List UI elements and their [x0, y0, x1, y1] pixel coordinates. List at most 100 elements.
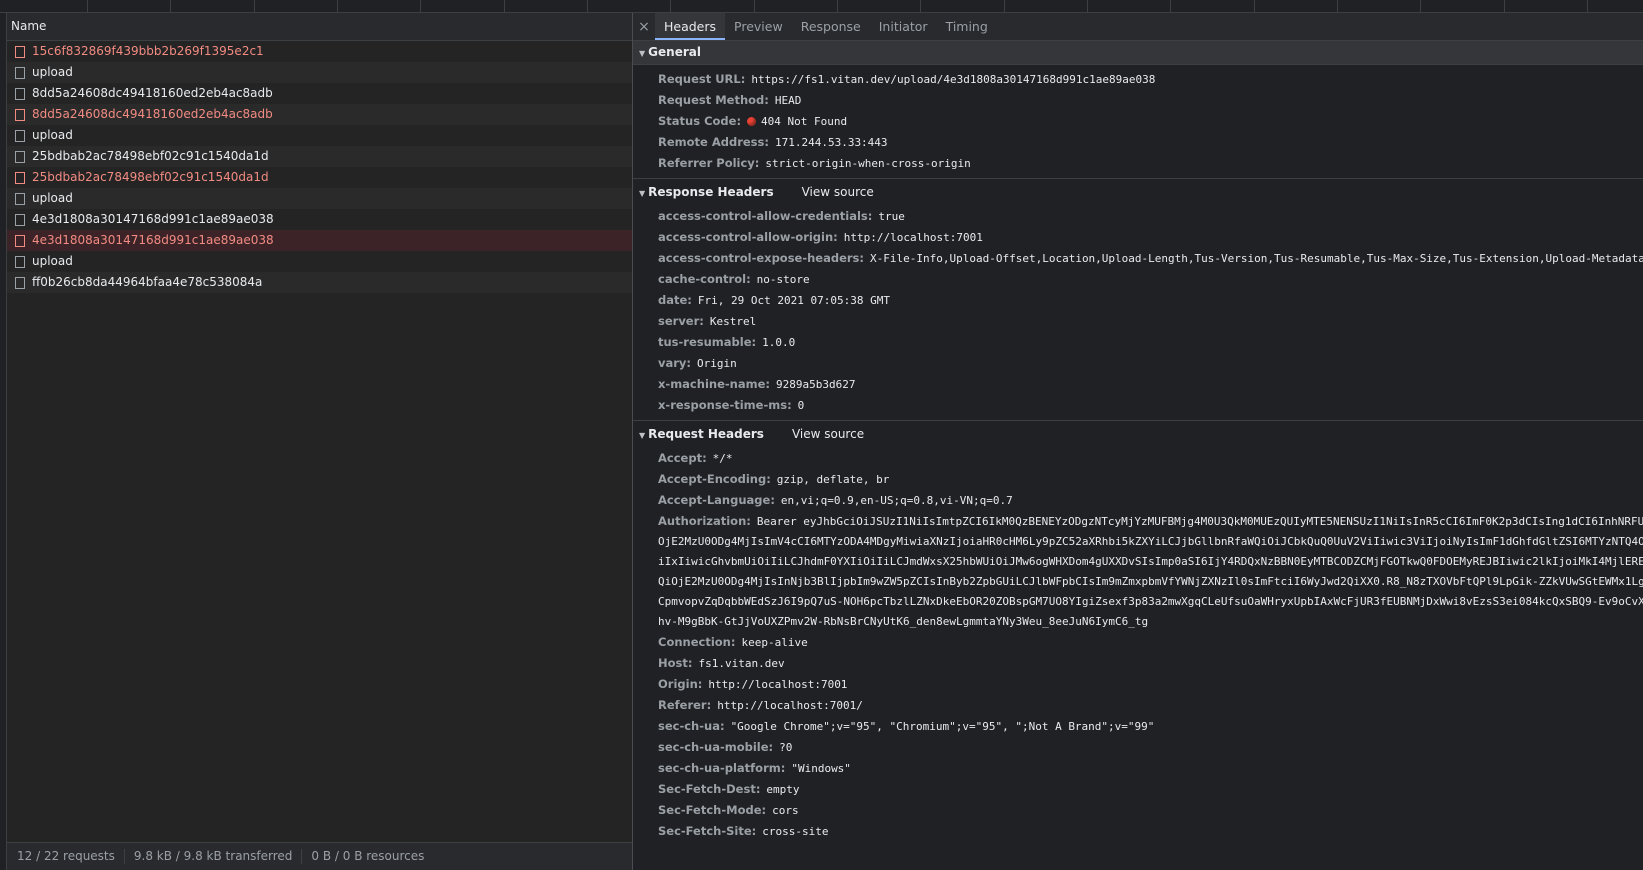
header-value: keep-alive — [741, 636, 808, 649]
request-name: upload — [32, 191, 73, 205]
status-error-dot-icon — [747, 117, 757, 126]
header-row: date: Fri, 29 Oct 2021 07:05:38 GMT — [633, 290, 1643, 311]
timeline-tick — [837, 0, 838, 12]
header-key: vary: — [658, 356, 692, 370]
request-row[interactable]: upload — [7, 251, 632, 272]
request-row[interactable]: 25bdbab2ac78498ebf02c91c1540da1d — [7, 167, 632, 188]
close-icon[interactable]: × — [633, 19, 655, 35]
request-headers-section-header[interactable]: ▼ Request Headers View source — [633, 420, 1643, 448]
request-name: upload — [32, 128, 73, 142]
header-value: 404 Not Found — [761, 115, 848, 128]
header-row: Accept-Language: en,vi;q=0.9,en-US;q=0.8,… — [633, 490, 1643, 511]
header-row: Host: fs1.vitan.dev — [633, 653, 1643, 674]
header-row: Accept-Encoding: gzip, deflate, br — [633, 469, 1643, 490]
request-row[interactable]: upload — [7, 188, 632, 209]
timeline-tick — [1337, 0, 1338, 12]
header-value: 0 — [797, 399, 805, 412]
header-row: sec-ch-ua-platform: "Windows" — [633, 758, 1643, 779]
timeline-tick — [1504, 0, 1505, 12]
header-key: Remote Address: — [658, 135, 769, 149]
document-icon — [15, 66, 25, 79]
authorization-line: iIxIiwicGhvbmUiOiIiLCJhdmF0YXIiOiIiLCJmd… — [633, 552, 1643, 572]
tab-response[interactable]: Response — [792, 13, 870, 40]
header-row: access-control-expose-headers: X-File-Inf… — [633, 248, 1643, 269]
header-row: Sec-Fetch-Mode: cors — [633, 800, 1643, 821]
column-header-name[interactable]: Name — [7, 13, 632, 41]
header-value: no-store — [756, 273, 810, 286]
header-key: Authorization: — [658, 514, 751, 528]
document-icon — [15, 108, 25, 121]
header-value: "Windows" — [791, 762, 851, 775]
tab-preview[interactable]: Preview — [725, 13, 792, 40]
header-key: Referer: — [658, 698, 712, 712]
tab-initiator[interactable]: Initiator — [870, 13, 937, 40]
request-row[interactable]: 4e3d1808a30147168d991c1ae89ae038 — [7, 230, 632, 251]
header-row: vary: Origin — [633, 353, 1643, 374]
timeline-tick — [254, 0, 255, 12]
header-row: x-response-time-ms: 0 — [633, 395, 1643, 416]
request-headers-list-continued: Connection: keep-alive Host: fs1.vitan.dev O… — [633, 632, 1643, 842]
header-value: empty — [766, 783, 800, 796]
header-row: Sec-Fetch-Site: cross-site — [633, 821, 1643, 842]
header-value: 1.0.0 — [762, 336, 796, 349]
timeline-tick — [170, 0, 171, 12]
general-request-method: Request Method: HEAD — [633, 90, 1643, 111]
header-value: */* — [712, 452, 733, 465]
general-request-url: Request URL: https://fs1.vitan.dev/upload… — [633, 69, 1643, 90]
timeline-tick — [587, 0, 588, 12]
general-remote-address: Remote Address: 171.244.53.33:443 — [633, 132, 1643, 153]
timeline-tick — [1420, 0, 1421, 12]
request-row[interactable]: 25bdbab2ac78498ebf02c91c1540da1d — [7, 146, 632, 167]
request-row[interactable]: 4e3d1808a30147168d991c1ae89ae038 — [7, 209, 632, 230]
authorization-line: hv-M9gBbK-GtJjVoUXZPmv2W-RbNsBrCNyUtK6_d… — [633, 612, 1643, 632]
general-section-title: General — [648, 45, 701, 59]
request-row[interactable]: 8dd5a24608dc49418160ed2eb4ac8adb — [7, 104, 632, 125]
header-key: Request URL: — [658, 72, 746, 86]
header-row: Connection: keep-alive — [633, 632, 1643, 653]
general-section-header[interactable]: ▼ General — [633, 41, 1643, 65]
general-status-code: Status Code: 404 Not Found — [633, 111, 1643, 132]
request-row[interactable]: upload — [7, 62, 632, 83]
header-value: cors — [772, 804, 799, 817]
request-name: 25bdbab2ac78498ebf02c91c1540da1d — [32, 170, 269, 184]
request-row[interactable]: 8dd5a24608dc49418160ed2eb4ac8adb — [7, 83, 632, 104]
triangle-down-icon: ▼ — [639, 189, 646, 198]
tab-headers[interactable]: Headers — [655, 13, 726, 40]
request-name: upload — [32, 254, 73, 268]
document-icon — [15, 255, 25, 268]
request-name: 4e3d1808a30147168d991c1ae89ae038 — [32, 212, 274, 226]
response-view-source-link[interactable]: View source — [802, 185, 874, 199]
header-value: "Google Chrome";v="95", "Chromium";v="95… — [730, 720, 1155, 733]
header-key: Request Method: — [658, 93, 769, 107]
request-details-pane: × Headers Preview Response Initiator Tim… — [632, 13, 1643, 870]
authorization-header: Authorization: Bearer eyJhbGciOiJSUzI1NiI… — [633, 511, 1643, 632]
request-list-pane: Name 15c6f832869f439bbb2b269f1395e2c1 upl… — [6, 13, 632, 870]
authorization-line: OjE2MzU0ODg4MjIsImV4cCI6MTYzODA4MDgyMiwi… — [633, 532, 1643, 552]
header-value: https://fs1.vitan.dev/upload/4e3d1808a30… — [751, 73, 1156, 86]
triangle-down-icon: ▼ — [639, 431, 646, 440]
authorization-line: QiOjE2MzU0ODg4MjIsInNjb3BlIjpbIm9wZW5pZC… — [633, 572, 1643, 592]
timeline-tick — [754, 0, 755, 12]
timeline-overview-strip[interactable] — [0, 0, 1643, 13]
document-icon — [15, 213, 25, 226]
request-row[interactable]: 15c6f832869f439bbb2b269f1395e2c1 — [7, 41, 632, 62]
header-key: tus-resumable: — [658, 335, 757, 349]
request-view-source-link[interactable]: View source — [792, 427, 864, 441]
document-icon — [15, 45, 25, 58]
timeline-tick — [420, 0, 421, 12]
request-count: 12 / 22 requests — [7, 849, 125, 864]
timeline-tick — [1004, 0, 1005, 12]
header-row: server: Kestrel — [633, 311, 1643, 332]
header-key: Referrer Policy: — [658, 156, 760, 170]
header-key: date: — [658, 293, 692, 307]
request-row[interactable]: ff0b26cb8da44964bfaa4e78c538084a — [7, 272, 632, 293]
header-row: sec-ch-ua: "Google Chrome";v="95", "Chrom… — [633, 716, 1643, 737]
response-headers-section-header[interactable]: ▼ Response Headers View source — [633, 178, 1643, 206]
tab-timing[interactable]: Timing — [937, 13, 997, 40]
request-row[interactable]: upload — [7, 125, 632, 146]
header-row: x-machine-name: 9289a5b3d627 — [633, 374, 1643, 395]
header-row: sec-ch-ua-mobile: ?0 — [633, 737, 1643, 758]
request-rows: 15c6f832869f439bbb2b269f1395e2c1 upload 8d… — [7, 41, 632, 293]
authorization-line: CpmvopvZqDqbbWEdSzJ6I9pQ7uS-NOH6pcTbzlLZ… — [633, 592, 1643, 612]
header-key: x-machine-name: — [658, 377, 770, 391]
